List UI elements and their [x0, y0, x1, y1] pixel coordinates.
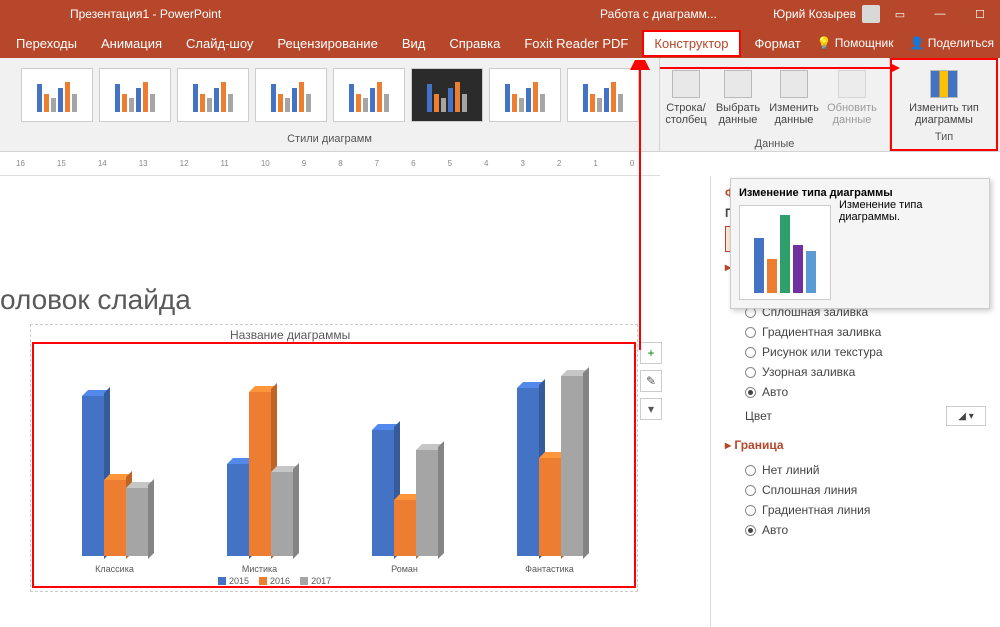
type-group: Изменить тип диаграммы Тип: [890, 58, 998, 151]
ribbon: Стили диаграмм Строка/ столбец Выбрать д…: [0, 58, 1000, 152]
assistant-button[interactable]: 💡 Помощник: [816, 36, 893, 50]
bar-2015-mystic[interactable]: [227, 464, 249, 556]
tab-transitions[interactable]: Переходы: [6, 32, 87, 55]
tab-view[interactable]: Вид: [392, 32, 436, 55]
chart-style-4[interactable]: [255, 68, 327, 122]
slide-title-placeholder[interactable]: оловок слайда: [0, 284, 191, 316]
styles-group-label: Стили диаграмм: [287, 133, 372, 147]
change-chart-type-button[interactable]: Изменить тип диаграммы: [900, 64, 988, 131]
bar-2017-classic[interactable]: [126, 488, 148, 556]
data-group-label: Данные: [660, 138, 889, 152]
tooltip-title: Изменение типа диаграммы: [739, 187, 981, 199]
chart-styles-button[interactable]: ✎: [640, 370, 662, 392]
chart-style-3[interactable]: [177, 68, 249, 122]
context-tab-label: Работа с диаграмм...: [600, 7, 717, 21]
switch-row-column-button[interactable]: Строка/ столбец: [660, 58, 712, 138]
horizontal-ruler: 1615141312111098765432101234567891011121…: [0, 152, 660, 176]
avatar: [862, 5, 880, 23]
type-group-label: Тип: [935, 131, 953, 145]
chart-elements-button[interactable]: +: [640, 342, 662, 364]
minimize-button[interactable]: —: [920, 0, 960, 28]
chart-legend[interactable]: 2015 2016 2017: [218, 576, 331, 586]
change-chart-type-tooltip: Изменение типа диаграммы Изменение типа …: [730, 178, 990, 309]
chart-style-5[interactable]: [333, 68, 405, 122]
edit-data-button[interactable]: Изменить данные: [764, 58, 824, 138]
color-label: Цвет: [745, 409, 772, 423]
slide-canvas[interactable]: оловок слайда Название диаграммы Классик…: [0, 176, 660, 627]
border-none-radio[interactable]: Нет линий: [725, 460, 986, 480]
user-name: Юрий Козырев: [773, 7, 856, 21]
tab-chart-design[interactable]: Конструктор: [642, 30, 740, 57]
fill-picture-radio[interactable]: Рисунок или текстура: [725, 342, 986, 362]
chart-style-7[interactable]: [489, 68, 561, 122]
bar-2016-novel[interactable]: [394, 500, 416, 556]
bar-2016-fantasy[interactable]: [539, 458, 561, 556]
tab-format[interactable]: Формат: [745, 32, 811, 55]
refresh-data-button: Обновить данные: [824, 58, 880, 138]
border-section-header[interactable]: Граница: [725, 438, 986, 452]
tooltip-desc: Изменение типа диаграммы.: [839, 199, 981, 223]
ribbon-tabs: Переходы Анимация Слайд-шоу Рецензирован…: [0, 28, 1000, 58]
fill-auto-radio[interactable]: Авто: [725, 382, 986, 402]
bar-2016-mystic[interactable]: [249, 392, 271, 556]
user-account[interactable]: Юрий Козырев: [773, 5, 880, 23]
chart-style-6[interactable]: [411, 68, 483, 122]
category-label: Роман: [391, 564, 418, 574]
tab-foxit[interactable]: Foxit Reader PDF: [514, 32, 638, 55]
category-label: Мистика: [242, 564, 277, 574]
tooltip-preview-chart: [739, 205, 831, 300]
bar-2015-novel[interactable]: [372, 430, 394, 556]
select-data-button[interactable]: Выбрать данные: [712, 58, 764, 138]
bar-2017-fantasy[interactable]: [561, 376, 583, 556]
chart-plot-area[interactable]: Классика Мистика Роман Фантастика: [42, 356, 622, 556]
tab-slideshow[interactable]: Слайд-шоу: [176, 32, 263, 55]
bar-2015-fantasy[interactable]: [517, 388, 539, 556]
fill-color-row: Цвет ◢ ▾: [725, 402, 986, 430]
share-button[interactable]: 👤 Поделиться: [909, 36, 994, 50]
border-solid-radio[interactable]: Сплошная линия: [725, 480, 986, 500]
chart-style-1[interactable]: [21, 68, 93, 122]
bar-2016-classic[interactable]: [104, 480, 126, 556]
chart-float-buttons: + ✎ ▾: [640, 342, 662, 420]
chart-style-2[interactable]: [99, 68, 171, 122]
tab-help[interactable]: Справка: [439, 32, 510, 55]
category-label: Классика: [95, 564, 134, 574]
chart-styles-group: Стили диаграмм: [0, 58, 660, 151]
bar-2017-mystic[interactable]: [271, 472, 293, 556]
document-title: Презентация1 - PowerPoint: [70, 7, 221, 21]
tab-review[interactable]: Рецензирование: [267, 32, 387, 55]
border-auto-radio[interactable]: Авто: [725, 520, 986, 540]
data-group: Строка/ столбец Выбрать данные Изменить …: [660, 58, 890, 151]
tab-animation[interactable]: Анимация: [91, 32, 172, 55]
window-controls: ▭ — ☐: [880, 0, 1000, 28]
chart-style-8[interactable]: [567, 68, 639, 122]
fill-gradient-radio[interactable]: Градиентная заливка: [725, 322, 986, 342]
title-bar: Презентация1 - PowerPoint Работа с диагр…: [0, 0, 1000, 28]
category-label: Фантастика: [525, 564, 574, 574]
bar-2015-classic[interactable]: [82, 396, 104, 556]
maximize-button[interactable]: ☐: [960, 0, 1000, 28]
chart-filters-button[interactable]: ▾: [640, 398, 662, 420]
border-gradient-radio[interactable]: Градиентная линия: [725, 500, 986, 520]
bar-2017-novel[interactable]: [416, 450, 438, 556]
color-picker-button[interactable]: ◢ ▾: [946, 406, 986, 426]
fill-pattern-radio[interactable]: Узорная заливка: [725, 362, 986, 382]
ribbon-options-icon[interactable]: ▭: [880, 0, 920, 28]
